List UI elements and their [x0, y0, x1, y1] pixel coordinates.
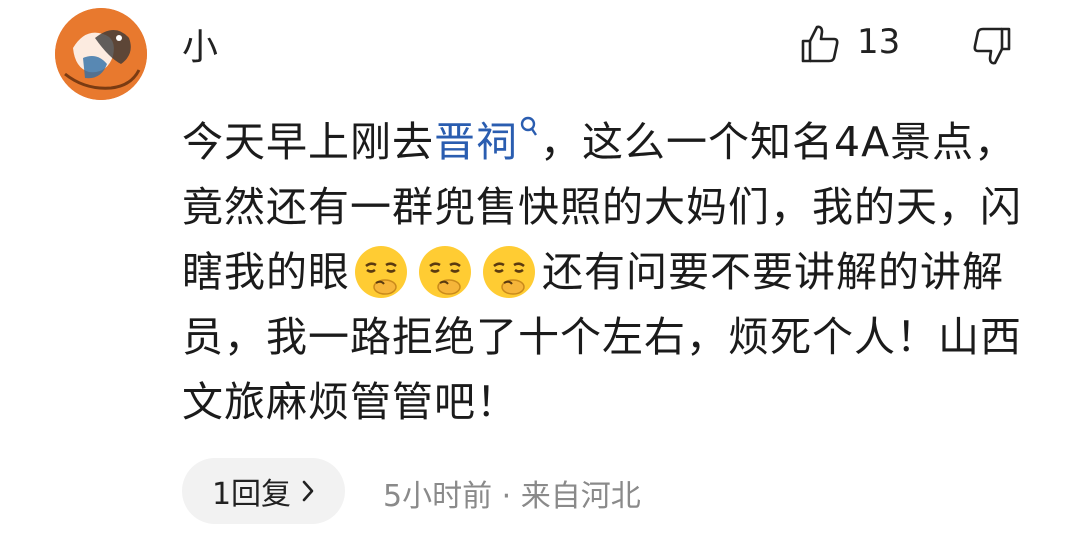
thumb-down-icon[interactable] — [970, 24, 1014, 68]
avatar[interactable] — [55, 8, 147, 100]
like-count: 13 — [857, 22, 901, 62]
shushing-face-emoji — [419, 246, 471, 298]
comment-text: 今天早上刚去晋祠 ，这么一个知名4A景点，竟然还有一群兜售快照的大妈们，我的天，闪… — [182, 110, 1042, 435]
comment-part-1: 今天早上刚去 — [182, 118, 434, 166]
reply-button[interactable]: 1回复 — [182, 458, 345, 524]
username[interactable]: 小 — [182, 18, 219, 70]
reply-label: 1回复 — [211, 477, 292, 512]
thumb-up-icon[interactable] — [798, 22, 842, 66]
comment-meta: 5小时前 · 来自河北 — [383, 479, 641, 514]
place-link[interactable]: 晋祠 — [434, 118, 518, 166]
username-redaction — [225, 20, 345, 64]
shushing-face-emoji — [483, 246, 535, 298]
search-icon[interactable] — [518, 114, 540, 148]
shushing-face-emoji — [355, 246, 407, 298]
bird-illustration-icon — [55, 8, 147, 100]
chevron-right-icon — [302, 480, 314, 502]
